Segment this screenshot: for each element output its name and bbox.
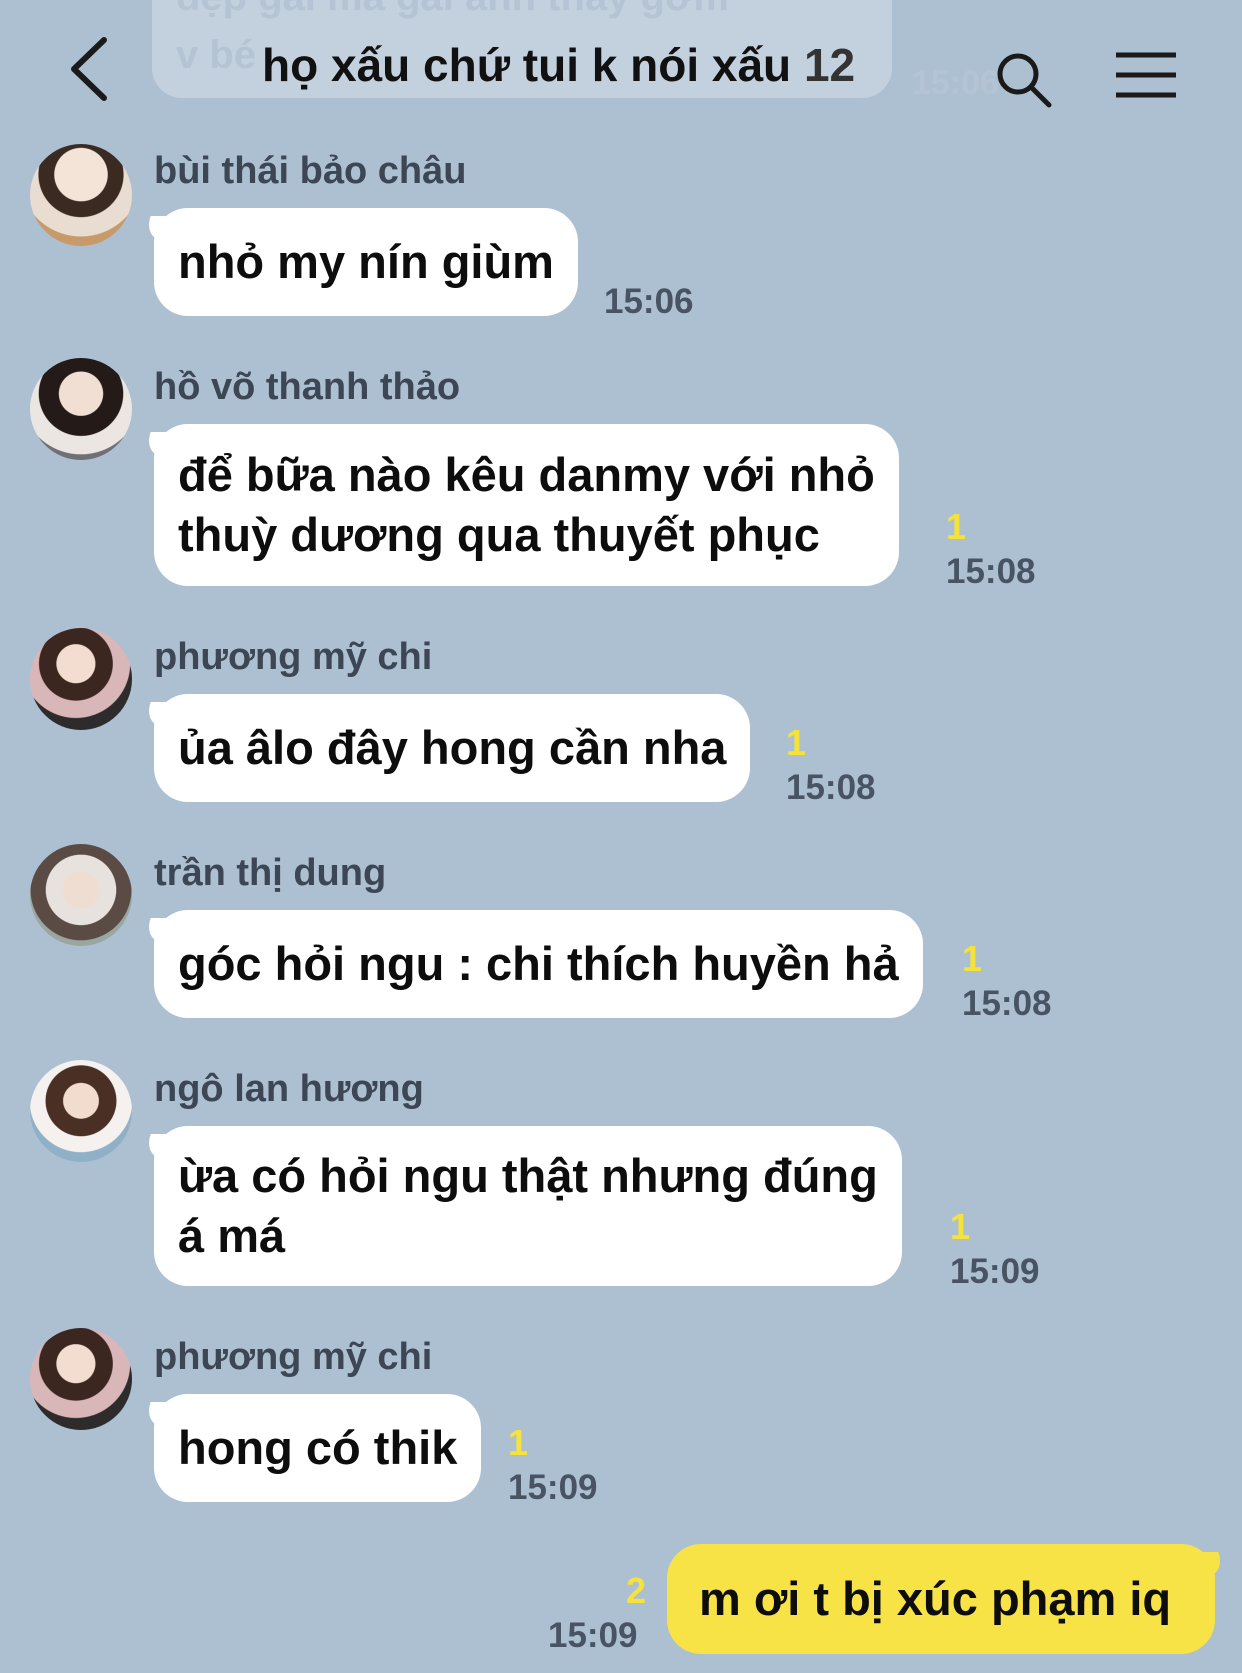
sender-name: ngô lan hương bbox=[154, 1068, 424, 1110]
message-bubble[interactable]: để bữa nào kêu danmy với nhỏ thuỳ dương … bbox=[154, 424, 899, 586]
message-time: 15:08 bbox=[786, 768, 876, 807]
sender-name: hồ võ thanh thảo bbox=[154, 366, 461, 408]
unread-count: 1 bbox=[946, 506, 967, 547]
message-text: hong có thik bbox=[178, 1421, 458, 1474]
avatar[interactable] bbox=[30, 144, 132, 246]
unread-count: 1 bbox=[962, 938, 983, 979]
my-message-text: m ơi t bị xúc phạm iq bbox=[699, 1572, 1172, 1625]
message-text-line: á má bbox=[178, 1209, 286, 1262]
avatar[interactable] bbox=[30, 844, 132, 946]
chevron-left-icon[interactable] bbox=[64, 34, 114, 104]
avatar[interactable] bbox=[30, 1060, 132, 1162]
message-text-line: thuỳ dương qua thuyết phục bbox=[178, 508, 820, 561]
chat-header: họ xấu chứ tui k nói xấu 12 bbox=[0, 0, 1242, 140]
message-time: 15:06 bbox=[604, 282, 694, 321]
chat-title: họ xấu chứ tui k nói xấu 12 bbox=[262, 38, 855, 92]
avatar[interactable] bbox=[30, 628, 132, 730]
my-message-time: 15:09 bbox=[548, 1616, 638, 1655]
message-bubble[interactable]: ừa có hỏi ngu thật nhưng đúng á má bbox=[154, 1126, 902, 1286]
message-text: nhỏ my nín giùm bbox=[178, 235, 554, 288]
my-message-unread-count: 2 bbox=[626, 1570, 647, 1611]
search-icon[interactable] bbox=[994, 50, 1054, 110]
message-time: 15:09 bbox=[950, 1252, 1040, 1291]
message-time: 15:08 bbox=[946, 552, 1036, 591]
menu-icon[interactable] bbox=[1114, 50, 1178, 100]
message-bubble[interactable]: ủa âlo đây hong cần nha bbox=[154, 694, 751, 802]
member-count: 12 bbox=[803, 39, 856, 91]
sender-name: trần thị dung bbox=[154, 852, 387, 894]
avatar[interactable] bbox=[30, 1328, 132, 1430]
sender-name: bùi thái bảo châu bbox=[154, 150, 467, 192]
message-bubble[interactable]: góc hỏi ngu : chi thích huyền hả bbox=[154, 910, 923, 1018]
message-time: 15:08 bbox=[962, 984, 1052, 1023]
message-text-line: để bữa nào kêu danmy với nhỏ bbox=[178, 448, 875, 501]
message-text: góc hỏi ngu : chi thích huyền hả bbox=[178, 937, 899, 990]
message-bubble[interactable]: nhỏ my nín giùm bbox=[154, 208, 578, 316]
unread-count: 1 bbox=[786, 722, 807, 763]
chat-title-text: họ xấu chứ tui k nói xấu bbox=[262, 39, 792, 91]
my-message-bubble[interactable]: m ơi t bị xúc phạm iq bbox=[667, 1544, 1215, 1654]
message-time: 15:09 bbox=[508, 1468, 598, 1507]
avatar[interactable] bbox=[30, 358, 132, 460]
message-text: ủa âlo đây hong cần nha bbox=[178, 721, 727, 774]
unread-count: 1 bbox=[508, 1422, 529, 1463]
sender-name: phương mỹ chi bbox=[154, 636, 433, 678]
message-bubble[interactable]: hong có thik bbox=[154, 1394, 482, 1502]
message-text-line: ừa có hỏi ngu thật nhưng đúng bbox=[178, 1149, 878, 1202]
sender-name: phương mỹ chi bbox=[154, 1336, 433, 1378]
unread-count: 1 bbox=[950, 1206, 971, 1247]
